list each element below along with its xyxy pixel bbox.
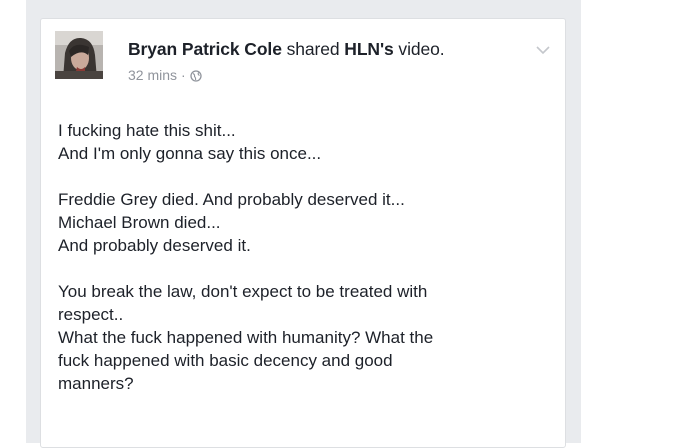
chevron-down-icon[interactable] [535,43,551,55]
shared-page-link[interactable]: HLN's [344,39,393,59]
post-line: Freddie Grey died. And probably deserved… [58,190,405,209]
post-text: I fucking hate this shit... And I'm only… [58,119,558,418]
post-line: And probably deserved it. [58,236,251,255]
globe-icon[interactable] [190,69,202,82]
avatar[interactable] [55,31,103,79]
post-header: Bryan Patrick Cole shared HLN's video. [128,39,445,60]
author-name-link[interactable]: Bryan Patrick Cole [128,39,282,59]
post-meta: 32 mins · [128,67,202,83]
meta-separator: · [181,67,186,83]
post-line: And I'm only gonna say this once... [58,144,322,163]
post-paragraph: You break the law, don't expect to be tr… [58,280,558,395]
post-paragraph: Freddie Grey died. And probably deserved… [58,188,558,257]
post-timestamp[interactable]: 32 mins [128,67,177,83]
post-line: Michael Brown died... [58,213,221,232]
shared-text: shared [286,39,340,59]
post-paragraph: I fucking hate this shit... And I'm only… [58,119,558,165]
post-card: Bryan Patrick Cole shared HLN's video. 3… [40,18,566,448]
post-line: I fucking hate this shit... [58,121,236,140]
post-line: fuck happened with basic decency and goo… [58,351,393,370]
post-line: manners? [58,374,134,393]
post-line: What the fuck happened with humanity? Wh… [58,328,434,347]
post-line: You break the law, don't expect to be tr… [58,282,428,301]
shared-object-link[interactable]: video. [398,39,444,59]
post-line: respect.. [58,305,124,324]
